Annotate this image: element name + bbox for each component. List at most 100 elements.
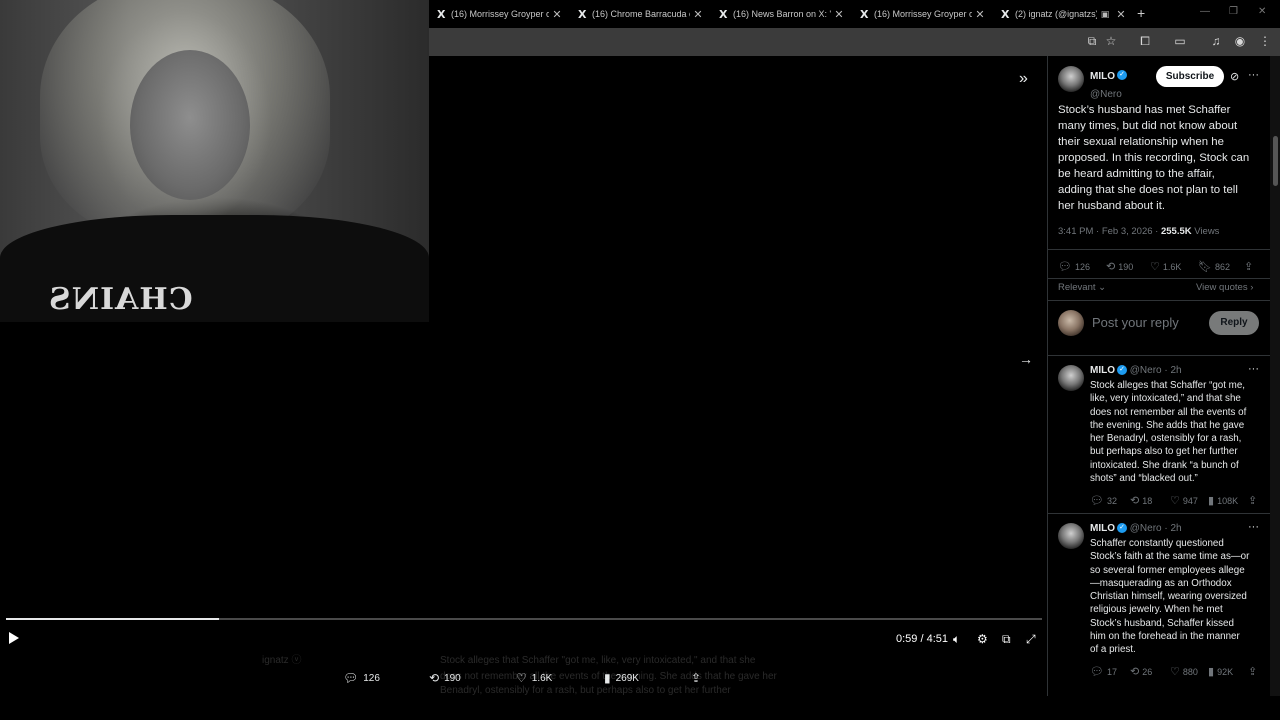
views-button[interactable]: ▮ 92K <box>1208 665 1233 678</box>
repost-button[interactable]: ⟲ 18 <box>1130 494 1152 507</box>
browser-toolbar: ⧉ ☆ ⧠ ▭ ♫ ◉ ⋮ <box>429 28 1280 56</box>
media-controls-icon[interactable]: ♫ <box>1208 33 1224 49</box>
tweet-text: Stock’s husband has met Schaffer many ti… <box>1058 102 1249 214</box>
like-button[interactable]: ♡ 880 <box>1170 665 1198 678</box>
repost-button[interactable]: ⟲ 26 <box>1130 665 1152 678</box>
browser-tab[interactable]: X (16) News Barron on X: "E ✕ <box>719 4 847 24</box>
reply-header[interactable]: MILO ✓ @Nero · 2h <box>1090 365 1182 376</box>
video-like-button[interactable]: ♡ 1.6K <box>516 671 552 685</box>
share-icon: ⇪ <box>1248 666 1258 678</box>
heart-icon: ♡ <box>1150 261 1160 273</box>
more-options-icon[interactable]: ··· <box>1248 521 1259 533</box>
like-button[interactable]: ♡ 1.6K <box>1150 260 1181 273</box>
reply-button[interactable]: 💬︎ 17 <box>1090 665 1117 678</box>
views-count: 108K <box>1217 495 1239 506</box>
close-window-button[interactable]: ✕ <box>1258 6 1266 17</box>
cast-icon[interactable]: ▭ <box>1172 33 1188 49</box>
reply-text: Stock alleges that Schaffer “got me, lik… <box>1090 379 1262 485</box>
reply-button[interactable]: 💬︎ 32 <box>1090 494 1117 507</box>
reply-input[interactable]: Post your reply <box>1092 315 1179 330</box>
tab-title: (16) Morrissey Groyper on <box>874 9 972 19</box>
bookmark-button[interactable]: 🔖︎ 862 <box>1198 260 1230 273</box>
tweet-meta: 3:41 PM · Feb 3, 2026 · 255.5K Views <box>1058 226 1219 237</box>
minimize-button[interactable]: — <box>1200 6 1210 17</box>
reply-line: does not remember all the events of <box>1090 406 1247 418</box>
bookmark-star-icon[interactable]: ☆ <box>1103 33 1119 49</box>
share-button[interactable]: ⇪ <box>1248 494 1257 507</box>
reply-line: so several former employees allege <box>1090 564 1245 576</box>
share-button[interactable]: ⇪ <box>1244 260 1253 273</box>
avatar[interactable] <box>1058 523 1084 549</box>
more-options-icon[interactable]: ··· <box>1248 69 1259 81</box>
user-avatar[interactable] <box>1058 310 1084 336</box>
heart-icon: ♡ <box>1170 666 1180 678</box>
reply-line: the evening. She adds that he gave <box>1090 419 1245 431</box>
browser-tab-active[interactable]: X (2) ignatz (@ignatzs) / ▣ ✕ <box>1001 4 1129 24</box>
close-tab-icon[interactable]: ✕ <box>972 8 988 21</box>
tweet-timestamp[interactable]: 3:41 PM · Feb 3, 2026 · <box>1058 226 1161 237</box>
video-views-button[interactable]: ▮ 269K <box>604 671 639 685</box>
picture-in-picture-icon[interactable]: ⧉ <box>1002 632 1011 647</box>
volume-icon[interactable]: 🔈︎ <box>953 632 960 647</box>
reply-icon: 💬︎ <box>1090 495 1104 507</box>
repost-count: 18 <box>1142 495 1153 506</box>
reply-line: Stock’s husband, Schaffer kissed <box>1090 617 1234 629</box>
bookmark-icon: 🔖︎ <box>1198 261 1212 273</box>
profile-icon[interactable]: ◉ <box>1232 33 1248 49</box>
reply-button[interactable]: 💬︎ 126 <box>1058 260 1090 273</box>
reply-submit-button[interactable]: Reply <box>1209 311 1259 335</box>
repost-button[interactable]: ⟲ 190 <box>1106 260 1133 273</box>
share-icon: ⇪ <box>1248 495 1258 507</box>
tab-audio-icon[interactable]: ▣ <box>1097 9 1113 20</box>
extensions-icon[interactable]: ⧠ <box>1137 33 1153 49</box>
reply-line: —masquerading as an Orthodox <box>1090 577 1232 589</box>
browser-tab[interactable]: X (16) Chrome Barracuda on ✕ <box>578 4 706 24</box>
panel-scrollbar[interactable] <box>1270 56 1280 696</box>
collapse-panel-icon[interactable]: » <box>1019 70 1028 88</box>
tweet-line: Stock’s husband has met Schaffer <box>1058 104 1231 116</box>
browser-tab[interactable]: X (16) Morrissey Groyper on ✕ <box>437 4 565 24</box>
scrollbar-thumb[interactable] <box>1273 136 1278 186</box>
author-block[interactable]: MILO ✓ @Nero <box>1090 66 1127 102</box>
reply-header[interactable]: MILO ✓ @Nero · 2h <box>1090 523 1182 534</box>
reply-icon: 💬︎ <box>1090 666 1104 678</box>
browser-tab[interactable]: X (16) Morrissey Groyper on ✕ <box>860 4 988 24</box>
close-tab-icon[interactable]: ✕ <box>1113 8 1129 21</box>
divider <box>1048 278 1270 279</box>
ghost-text: Stock alleges that Schaffer "got me, lik… <box>440 655 756 666</box>
fullscreen-icon[interactable]: ⤢ <box>1026 632 1036 647</box>
analytics-icon: ▮ <box>1208 495 1215 507</box>
share-icon: ⇪ <box>691 671 702 685</box>
new-tab-button[interactable]: + <box>1137 5 1145 21</box>
avatar[interactable] <box>1058 66 1084 92</box>
settings-gear-icon[interactable]: ⚙ <box>977 632 988 646</box>
close-tab-icon[interactable]: ✕ <box>549 8 565 21</box>
tweet-actions: 💬︎ 126 ⟲ 190 ♡ 1.6K 🔖︎ 862 ⇪ <box>1058 260 1258 274</box>
views-button[interactable]: ▮ 108K <box>1208 494 1238 507</box>
reply-actions: 💬︎ 17 ⟲ 26 ♡ 880 ▮ 92K ⇪ <box>1090 665 1260 678</box>
close-tab-icon[interactable]: ✕ <box>690 8 706 21</box>
reply-line: Stock alleges that Schaffer “got me, <box>1090 380 1246 391</box>
more-options-icon[interactable]: ··· <box>1248 363 1259 375</box>
grok-icon[interactable]: ⊘ <box>1230 70 1239 83</box>
like-button[interactable]: ♡ 947 <box>1170 494 1198 507</box>
share-button[interactable]: ⇪ <box>1248 665 1257 678</box>
video-repost-button[interactable]: ⟲ 190 <box>429 671 461 685</box>
install-app-icon[interactable]: ⧉ <box>1084 33 1100 49</box>
video-reply-button[interactable]: 💬︎ 126 <box>343 671 380 685</box>
next-arrow-icon[interactable]: → <box>1019 351 1033 367</box>
subscribe-button[interactable]: Subscribe <box>1156 66 1224 87</box>
chrome-menu-icon[interactable]: ⋮ <box>1257 33 1273 49</box>
repost-icon: ⟲ <box>1130 495 1140 507</box>
restore-button[interactable]: ❐ <box>1229 6 1238 17</box>
play-icon[interactable] <box>9 632 19 644</box>
close-tab-icon[interactable]: ✕ <box>831 8 847 21</box>
reply-line: Christian himself, wearing oversized <box>1090 591 1247 603</box>
sort-dropdown[interactable]: Relevant ⌄ <box>1058 282 1106 293</box>
avatar[interactable] <box>1058 365 1084 391</box>
video-progress-bar[interactable] <box>6 618 1042 620</box>
tweet-panel: MILO ✓ @Nero Subscribe ⊘ ··· Stock’s husb… <box>1047 56 1270 696</box>
reply-line: of a priest. <box>1090 644 1136 656</box>
view-quotes-link[interactable]: View quotes › <box>1196 282 1253 293</box>
video-share-button[interactable]: ⇪ <box>691 671 701 685</box>
